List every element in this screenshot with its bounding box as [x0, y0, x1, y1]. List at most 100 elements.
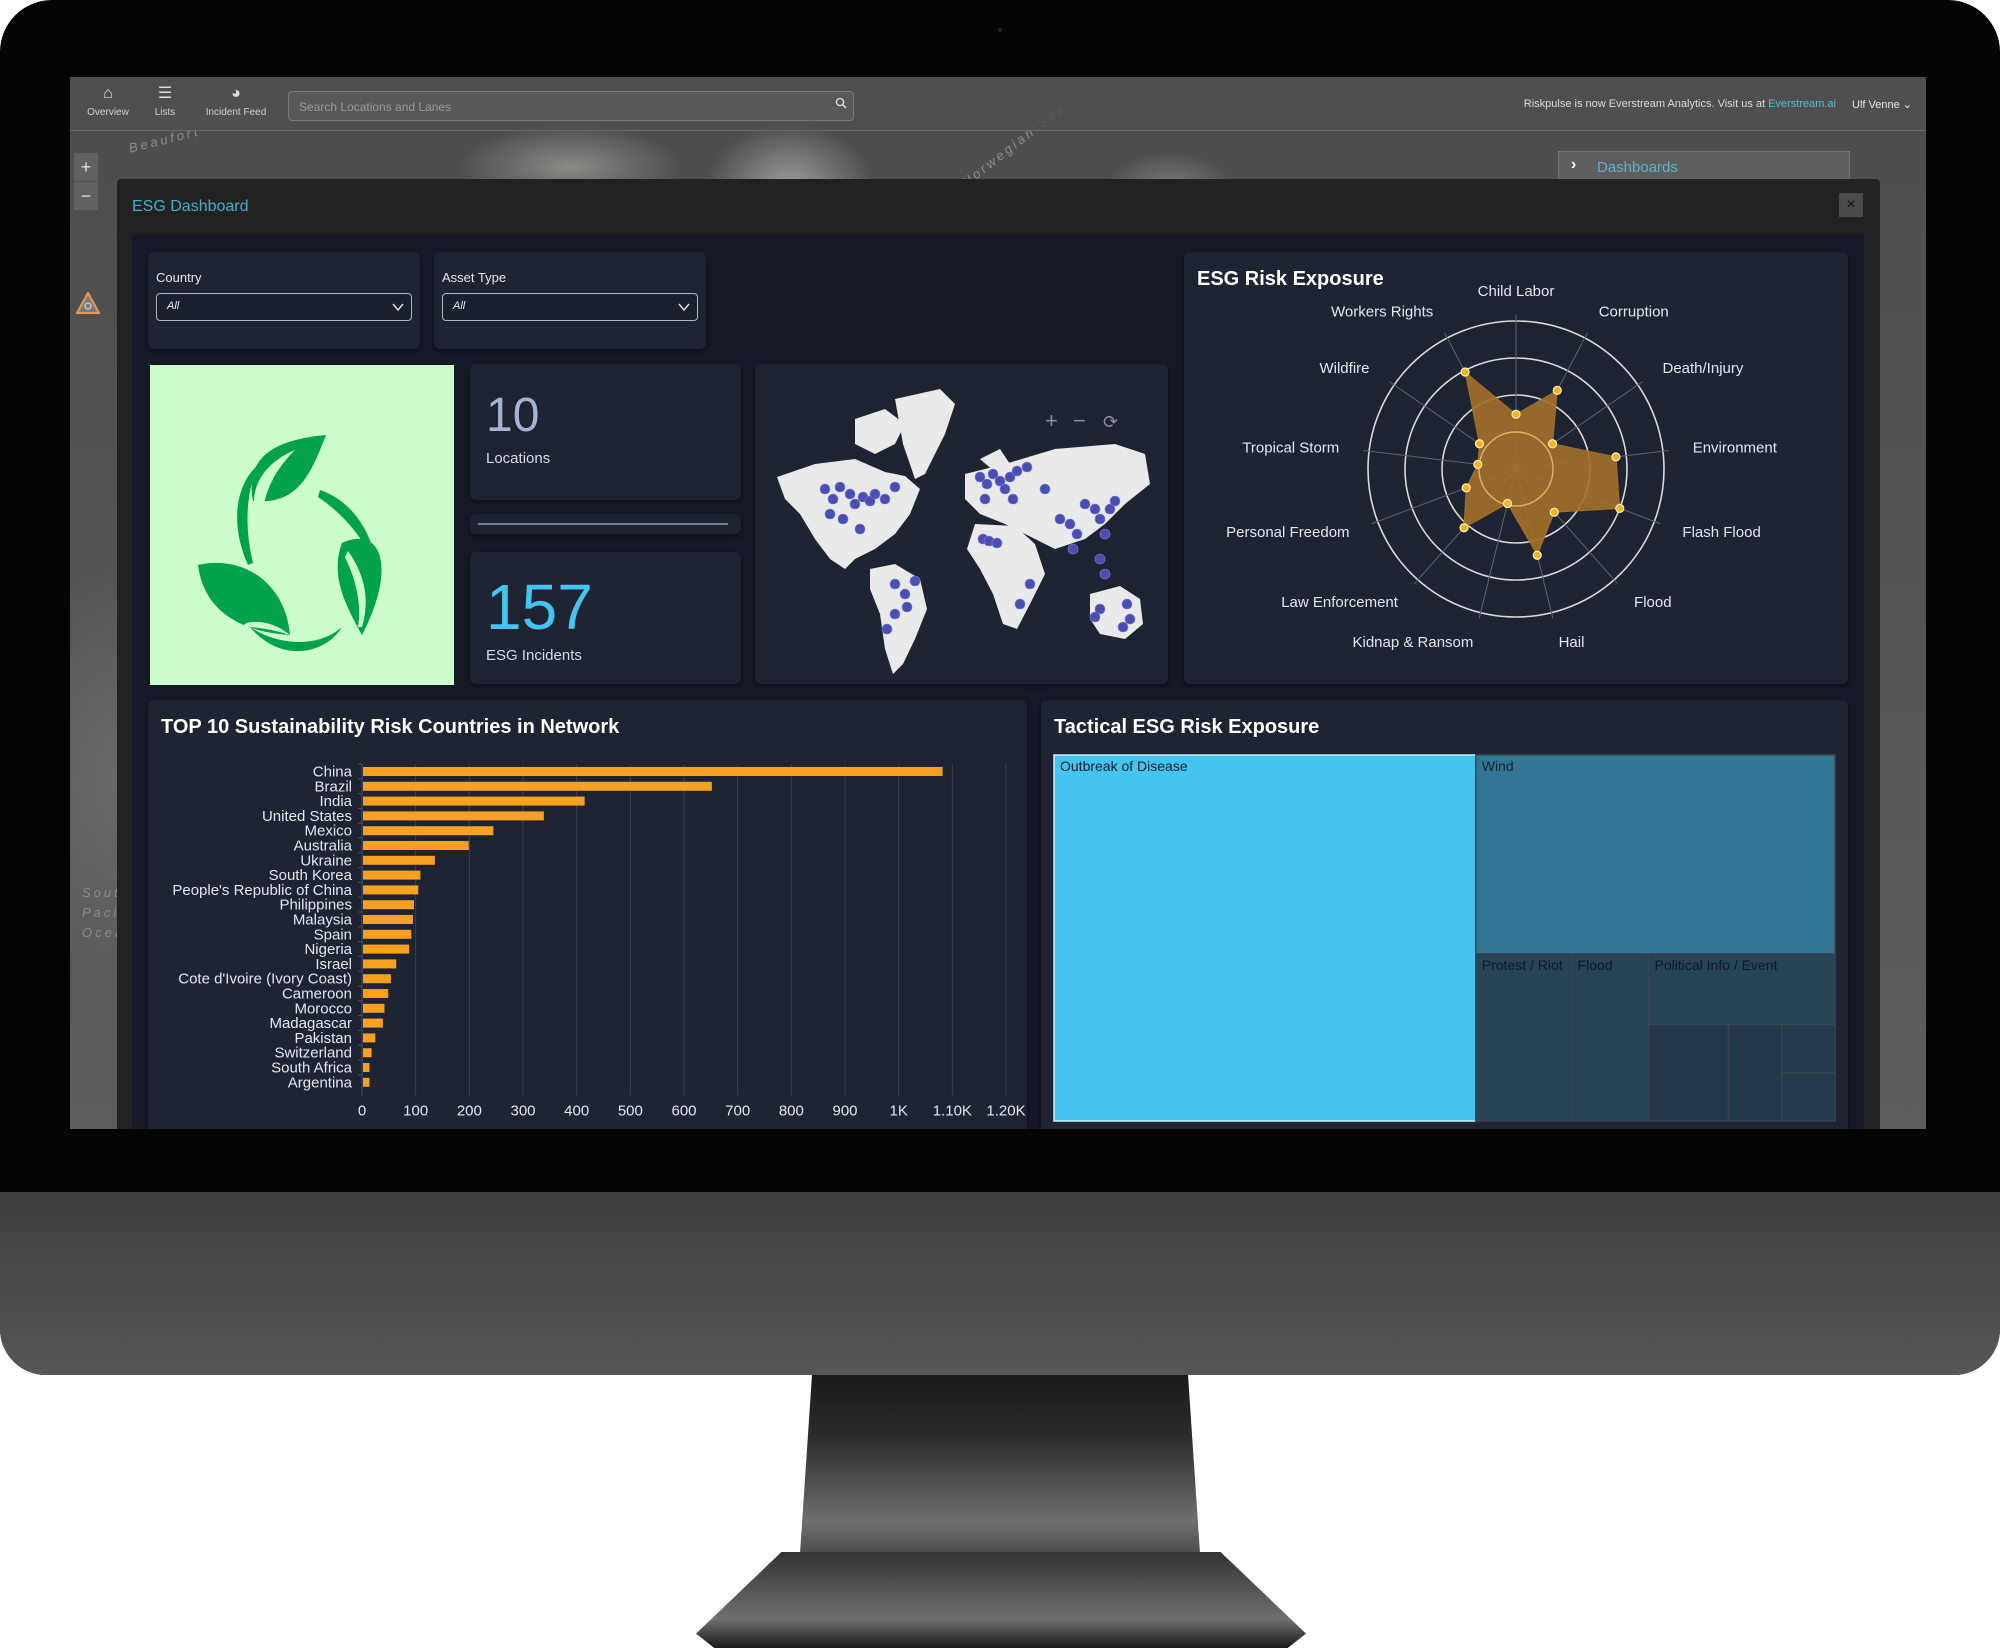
radar-data-point[interactable]: [1474, 439, 1485, 449]
location-pin[interactable]: [819, 483, 831, 495]
location-pin[interactable]: [1007, 493, 1019, 505]
location-pin[interactable]: [1124, 613, 1136, 625]
everstream-link[interactable]: Everstream.ai: [1768, 98, 1836, 110]
bar[interactable]: [363, 811, 544, 821]
treemap-cell[interactable]: [1474, 953, 1573, 1122]
radar-data-point[interactable]: [1473, 459, 1483, 469]
location-pin[interactable]: [837, 513, 849, 525]
search-input[interactable]: [297, 96, 821, 118]
bar[interactable]: [363, 1018, 383, 1028]
location-pin[interactable]: [1121, 598, 1133, 610]
location-pin[interactable]: [827, 493, 839, 505]
map-zoom-out-button[interactable]: −: [74, 182, 98, 210]
location-pin[interactable]: [1089, 503, 1101, 515]
radar-data-point[interactable]: [1549, 507, 1559, 517]
country-select[interactable]: All: [156, 293, 412, 321]
location-pin[interactable]: [889, 578, 901, 590]
location-pin[interactable]: [834, 481, 846, 493]
map-reset-button[interactable]: ⟳: [1103, 412, 1118, 432]
location-pin[interactable]: [981, 478, 993, 490]
treemap-cell[interactable]: [1570, 953, 1650, 1122]
location-pin[interactable]: [999, 483, 1011, 495]
bar[interactable]: [363, 826, 494, 836]
user-menu[interactable]: Ulf Venne ⌄: [1852, 98, 1912, 111]
bar[interactable]: [363, 974, 391, 984]
location-pin[interactable]: [909, 575, 921, 587]
location-pin[interactable]: [1071, 528, 1083, 540]
location-pin[interactable]: [899, 588, 911, 600]
location-pin[interactable]: [844, 488, 856, 500]
location-pin[interactable]: [879, 493, 891, 505]
location-pin[interactable]: [1011, 465, 1023, 477]
location-pin[interactable]: [1021, 461, 1033, 473]
location-pin[interactable]: [849, 498, 861, 510]
bar[interactable]: [363, 915, 413, 924]
bar[interactable]: [363, 1063, 370, 1072]
location-pin[interactable]: [1064, 518, 1076, 530]
radar-data-point[interactable]: [1459, 523, 1469, 533]
bar[interactable]: [363, 944, 410, 954]
radar-data-point[interactable]: [1552, 385, 1562, 395]
location-pin[interactable]: [901, 601, 913, 613]
map-zoom-in-button[interactable]: +: [74, 153, 98, 181]
radar-data-point[interactable]: [1611, 452, 1621, 462]
treemap-cell[interactable]: [1727, 1023, 1783, 1122]
bar[interactable]: [363, 767, 943, 776]
location-pin[interactable]: [1039, 483, 1051, 495]
radar-data-point[interactable]: [1615, 503, 1625, 513]
location-pin[interactable]: [1094, 513, 1106, 525]
location-pin[interactable]: [1099, 528, 1111, 540]
world-map[interactable]: + − ⟳: [755, 364, 1168, 684]
close-button[interactable]: ×: [1839, 193, 1863, 217]
bar[interactable]: [363, 1003, 385, 1013]
location-pin[interactable]: [991, 537, 1003, 549]
location-pin[interactable]: [889, 608, 901, 620]
bar[interactable]: [363, 841, 469, 850]
treemap-cell[interactable]: [1474, 754, 1836, 955]
location-pin[interactable]: [1014, 598, 1026, 610]
radar-data-point[interactable]: [1511, 409, 1521, 419]
location-pin[interactable]: [1089, 611, 1101, 623]
radar-data-point[interactable]: [1532, 550, 1542, 560]
bar[interactable]: [363, 959, 397, 969]
location-pin[interactable]: [1094, 553, 1106, 565]
asset-type-select[interactable]: All: [442, 293, 698, 321]
location-pin[interactable]: [854, 523, 866, 535]
bar[interactable]: [363, 1048, 372, 1058]
bar[interactable]: [363, 885, 419, 895]
radar-data-point[interactable]: [1461, 483, 1471, 493]
treemap-cell[interactable]: [1780, 1071, 1836, 1122]
bar[interactable]: [363, 781, 712, 791]
nav-incident-feed[interactable]: ◕ Incident Feed: [201, 85, 271, 118]
location-pin[interactable]: [1117, 621, 1129, 633]
location-pin[interactable]: [1079, 498, 1091, 510]
bar[interactable]: [363, 1077, 370, 1087]
radar-data-point[interactable]: [1502, 498, 1513, 509]
map-zoom-in-button[interactable]: +: [1045, 408, 1058, 433]
treemap-cell[interactable]: [1780, 1023, 1836, 1074]
location-pin[interactable]: [1099, 568, 1111, 580]
bar[interactable]: [363, 796, 585, 806]
bar[interactable]: [363, 1033, 376, 1043]
bar[interactable]: [363, 989, 389, 998]
bar[interactable]: [363, 929, 412, 939]
location-pin[interactable]: [979, 493, 991, 505]
bar[interactable]: [363, 900, 414, 910]
bar[interactable]: [363, 870, 421, 880]
map-zoom-out-button[interactable]: −: [1073, 408, 1086, 433]
treemap-cell[interactable]: [1647, 1023, 1730, 1122]
location-pin[interactable]: [1024, 578, 1036, 590]
treemap-cell[interactable]: [1053, 754, 1477, 1122]
location-pin[interactable]: [869, 488, 881, 500]
location-pin[interactable]: [824, 508, 836, 520]
location-pin[interactable]: [1109, 495, 1121, 507]
location-pin[interactable]: [889, 481, 901, 493]
location-pin[interactable]: [1054, 513, 1066, 525]
bar[interactable]: [363, 855, 435, 865]
radar-data-point[interactable]: [1460, 367, 1470, 377]
radar-data-point[interactable]: [1547, 439, 1558, 449]
location-pin[interactable]: [881, 623, 893, 635]
nav-lists[interactable]: ☰ Lists: [150, 85, 180, 118]
warning-marker-icon[interactable]: [76, 292, 100, 314]
nav-overview[interactable]: ⌂ Overview: [84, 85, 132, 118]
